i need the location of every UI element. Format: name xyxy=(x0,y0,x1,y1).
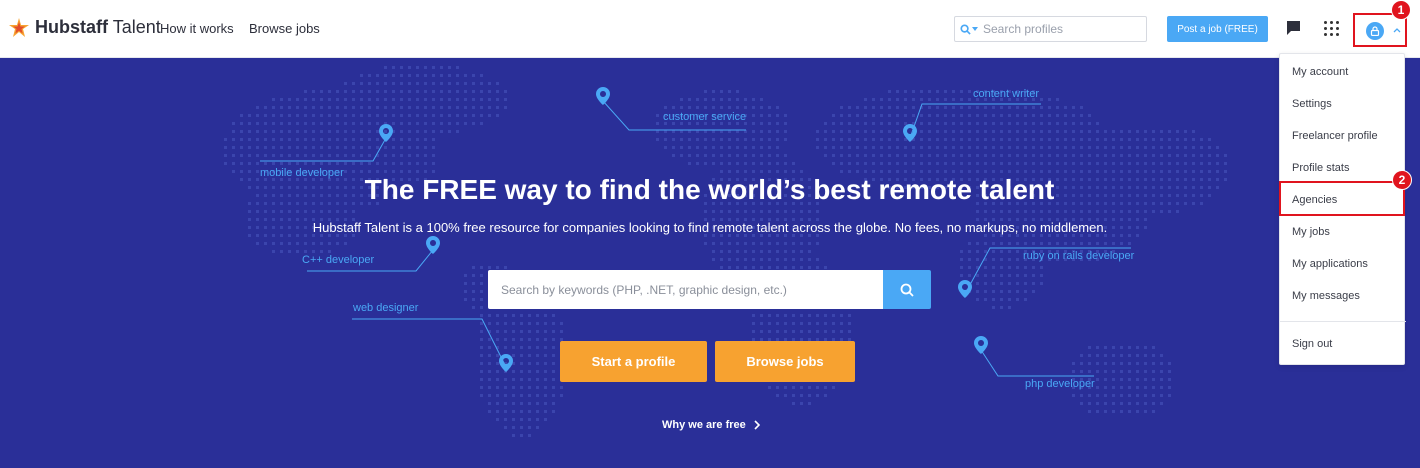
user-lock-icon xyxy=(1370,26,1380,36)
nav-how-it-works[interactable]: How it works xyxy=(160,21,234,36)
menu-item-my-messages[interactable]: My messages xyxy=(1280,280,1406,312)
browse-jobs-button[interactable]: Browse jobs xyxy=(715,341,855,382)
map-label-ruby-developer: ruby on rails developer xyxy=(1023,250,1135,262)
menu-item-sign-out[interactable]: Sign out xyxy=(1280,328,1406,360)
logo-text: Hubstaff Talent xyxy=(35,17,161,37)
search-dropdown-icon[interactable] xyxy=(955,17,983,41)
hero-title: The FREE way to find the world’s best re… xyxy=(364,174,1055,205)
why-free-label: Why we are free xyxy=(662,419,746,431)
annotation-badge-2: 2 xyxy=(1392,170,1412,190)
search-icon xyxy=(900,283,914,297)
logo[interactable]: Hubstaff Talent xyxy=(9,17,161,38)
keyword-search xyxy=(488,270,931,309)
post-job-button[interactable]: Post a job (FREE) xyxy=(1167,16,1268,42)
why-free-link[interactable]: Why we are free xyxy=(662,419,760,431)
profile-search[interactable] xyxy=(954,16,1147,42)
map-label-php-developer: php developer xyxy=(1025,378,1095,390)
keyword-search-input[interactable] xyxy=(488,270,883,309)
chevron-up-icon xyxy=(1393,28,1401,33)
menu-item-my-jobs[interactable]: My jobs xyxy=(1280,216,1406,248)
map-label-customer-service: customer service xyxy=(663,111,747,123)
start-profile-button[interactable]: Start a profile xyxy=(560,341,707,382)
menu-item-freelancer-profile[interactable]: Freelancer profile xyxy=(1280,120,1406,152)
menu-item-my-applications[interactable]: My applications xyxy=(1280,248,1406,280)
menu-divider xyxy=(1280,321,1406,322)
hubstaff-logo-icon xyxy=(9,17,29,37)
profile-search-input[interactable] xyxy=(983,22,1133,36)
hero-section: customer service content writer mobile d… xyxy=(0,58,1420,468)
chat-icon[interactable] xyxy=(1286,20,1302,36)
map-label-web-designer: web designer xyxy=(353,302,419,314)
menu-item-settings[interactable]: Settings xyxy=(1280,88,1406,120)
keyword-search-button[interactable] xyxy=(883,270,931,309)
top-navbar: Hubstaff Talent How it works Browse jobs… xyxy=(0,0,1420,58)
map-label-content-writer: content writer xyxy=(973,88,1040,100)
menu-item-profile-stats[interactable]: Profile stats xyxy=(1280,152,1406,184)
menu-item-my-account[interactable]: My account xyxy=(1280,56,1406,88)
annotation-badge-1: 1 xyxy=(1391,0,1411,20)
avatar[interactable] xyxy=(1366,22,1384,40)
hero-subtitle: Hubstaff Talent is a 100% free resource … xyxy=(312,220,1108,235)
map-label-cpp-developer: C++ developer xyxy=(302,254,375,266)
chevron-right-icon xyxy=(754,420,760,430)
annotation-highlight-agencies xyxy=(1279,181,1405,216)
nav-browse-jobs[interactable]: Browse jobs xyxy=(249,21,320,36)
apps-grid-icon[interactable] xyxy=(1324,21,1339,36)
